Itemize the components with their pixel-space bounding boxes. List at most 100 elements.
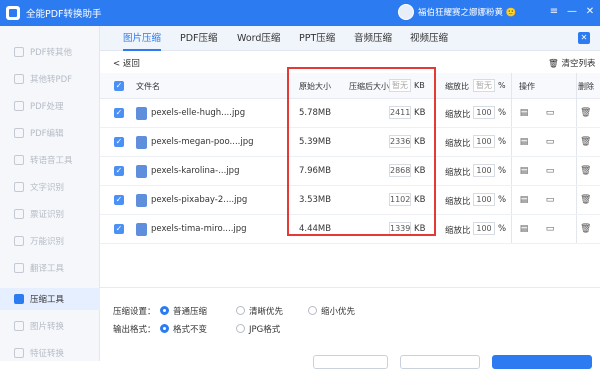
document-icon[interactable]: ▤ — [519, 194, 529, 206]
column-delete: 删除 — [578, 82, 594, 91]
row-checkbox[interactable]: ✓ — [114, 195, 124, 205]
start-compress-button[interactable] — [492, 355, 592, 369]
option-clarity-first[interactable]: 清晰优先 — [249, 305, 283, 317]
select-all-checkbox[interactable]: ✓ — [114, 81, 124, 91]
ratio-input[interactable]: 100 — [473, 106, 495, 119]
ratio-label: 缩放比 — [445, 110, 471, 120]
document-icon[interactable]: ▤ — [519, 165, 529, 177]
close-icon[interactable]: ✕ — [584, 6, 596, 18]
percent-unit: % — [498, 166, 507, 176]
file-name: pexels-elle-hugh....jpg — [151, 108, 246, 118]
percent-unit: % — [498, 108, 507, 118]
sidebar-item-label: 特征转换 — [30, 349, 65, 359]
feature-icon — [14, 348, 24, 358]
folder-icon[interactable]: ▭ — [545, 165, 555, 177]
column-filename: 文件名 — [136, 82, 160, 91]
sidebar-item-label: 翻译工具 — [30, 264, 65, 274]
clear-list-button[interactable]: 🗑 清空列表 — [548, 57, 596, 69]
app-logo-icon — [6, 6, 20, 20]
app-title: 全能PDF转换助手 — [26, 9, 102, 20]
tab-image-compress[interactable]: 图片压缩 — [123, 26, 162, 51]
ratio-input[interactable]: 100 — [473, 164, 495, 177]
percent-unit: % — [498, 137, 507, 147]
speech-icon — [14, 155, 24, 165]
sidebar-item-compress[interactable]: 压缩工具 — [0, 288, 100, 310]
document-icon[interactable]: ▤ — [519, 107, 529, 119]
option-normal-compress[interactable]: 普通压缩 — [173, 305, 207, 317]
column-ratio: 缩放比 — [445, 82, 469, 91]
minimize-icon[interactable]: — — [566, 6, 578, 18]
tab-pdf-compress[interactable]: PDF压缩 — [180, 26, 218, 51]
avatar[interactable] — [398, 4, 414, 20]
compress-icon — [14, 294, 24, 304]
secondary-button[interactable] — [400, 355, 480, 369]
radio-smaller-first[interactable] — [308, 306, 317, 315]
ratio-input[interactable]: 100 — [473, 193, 495, 206]
sidebar-item-speech[interactable]: 转语音工具 — [0, 149, 100, 171]
sidebar-item-image-convert[interactable]: 图片转换 — [0, 315, 100, 337]
sidebar-item-pdf-to-other[interactable]: PDF转其他 — [0, 41, 100, 63]
sidebar-item-label: 票证识别 — [30, 210, 65, 220]
row-checkbox[interactable]: ✓ — [114, 166, 124, 176]
sidebar-item-other-to-pdf[interactable]: 其他转PDF — [0, 68, 100, 90]
secondary-button[interactable] — [313, 355, 388, 369]
translate-icon — [14, 263, 24, 273]
percent-unit: % — [498, 224, 507, 234]
radio-keep-format[interactable] — [160, 324, 169, 333]
image-file-icon — [136, 136, 147, 149]
file-name: pexels-megan-poo....jpg — [151, 137, 254, 147]
user-profile[interactable]: 福伯狂耀赛之娜娜粉黄 🙂 — [398, 4, 516, 20]
pdf-icon — [14, 47, 24, 57]
sidebar-item-translate[interactable]: 翻译工具 — [0, 257, 100, 279]
row-checkbox[interactable]: ✓ — [114, 224, 124, 234]
ratio-label: 缩放比 — [445, 168, 471, 178]
folder-icon[interactable]: ▭ — [545, 136, 555, 148]
sidebar-item-ticket[interactable]: 票证识别 — [0, 203, 100, 225]
option-smaller-first[interactable]: 缩小优先 — [321, 305, 355, 317]
row-checkbox[interactable]: ✓ — [114, 137, 124, 147]
trash-icon[interactable]: 🗑 — [580, 136, 591, 148]
radio-normal-compress[interactable] — [160, 306, 169, 315]
image-file-icon — [136, 165, 147, 178]
column-operation: 操作 — [519, 82, 535, 91]
document-icon[interactable]: ▤ — [519, 223, 529, 235]
ratio-input[interactable]: 100 — [473, 222, 495, 235]
close-panel-button[interactable]: ✕ — [578, 32, 590, 44]
convert-icon — [14, 74, 24, 84]
radio-clarity-first[interactable] — [236, 306, 245, 315]
ticket-icon — [14, 209, 24, 219]
trash-icon[interactable]: 🗑 — [580, 107, 591, 119]
user-name[interactable]: 福伯狂耀赛之娜娜粉黄 🙂 — [418, 6, 516, 18]
option-jpg-format[interactable]: JPG格式 — [249, 323, 280, 335]
back-button[interactable]: < 返回 — [113, 57, 140, 69]
tab-word-compress[interactable]: Word压缩 — [237, 26, 280, 51]
text-icon — [14, 182, 24, 192]
option-keep-format[interactable]: 格式不变 — [173, 323, 207, 335]
trash-icon[interactable]: 🗑 — [580, 165, 591, 177]
sidebar-item-ocr[interactable]: 文字识别 — [0, 176, 100, 198]
tab-video-compress[interactable]: 视频压缩 — [410, 26, 448, 51]
sidebar-item-label: PDF处理 — [30, 102, 64, 112]
tab-audio-compress[interactable]: 音频压缩 — [354, 26, 392, 51]
folder-icon[interactable]: ▭ — [545, 107, 555, 119]
document-icon[interactable]: ▤ — [519, 136, 529, 148]
file-name: pexels-tima-miro....jpg — [151, 224, 247, 234]
sidebar-item-label: 压缩工具 — [30, 295, 65, 305]
menu-icon[interactable]: ≡ — [548, 6, 560, 18]
radio-jpg-format[interactable] — [236, 324, 245, 333]
sidebar-item-pdf-process[interactable]: PDF处理 — [0, 95, 100, 117]
ratio-label: 缩放比 — [445, 226, 471, 236]
folder-icon[interactable]: ▭ — [545, 194, 555, 206]
row-checkbox[interactable]: ✓ — [114, 108, 124, 118]
ratio-input[interactable]: 100 — [473, 135, 495, 148]
trash-icon[interactable]: 🗑 — [580, 194, 591, 206]
folder-icon[interactable]: ▭ — [545, 223, 555, 235]
sidebar-item-pdf-edit[interactable]: PDF编辑 — [0, 122, 100, 144]
ratio-all-input[interactable]: 暂无 — [473, 79, 495, 92]
sidebar-item-universal[interactable]: 万能识别 — [0, 230, 100, 252]
percent-unit: % — [498, 195, 507, 205]
trash-icon[interactable]: 🗑 — [580, 223, 591, 235]
image-icon — [14, 321, 24, 331]
tab-ppt-compress[interactable]: PPT压缩 — [299, 26, 335, 51]
file-name: pexels-karolina-...jpg — [151, 166, 240, 176]
